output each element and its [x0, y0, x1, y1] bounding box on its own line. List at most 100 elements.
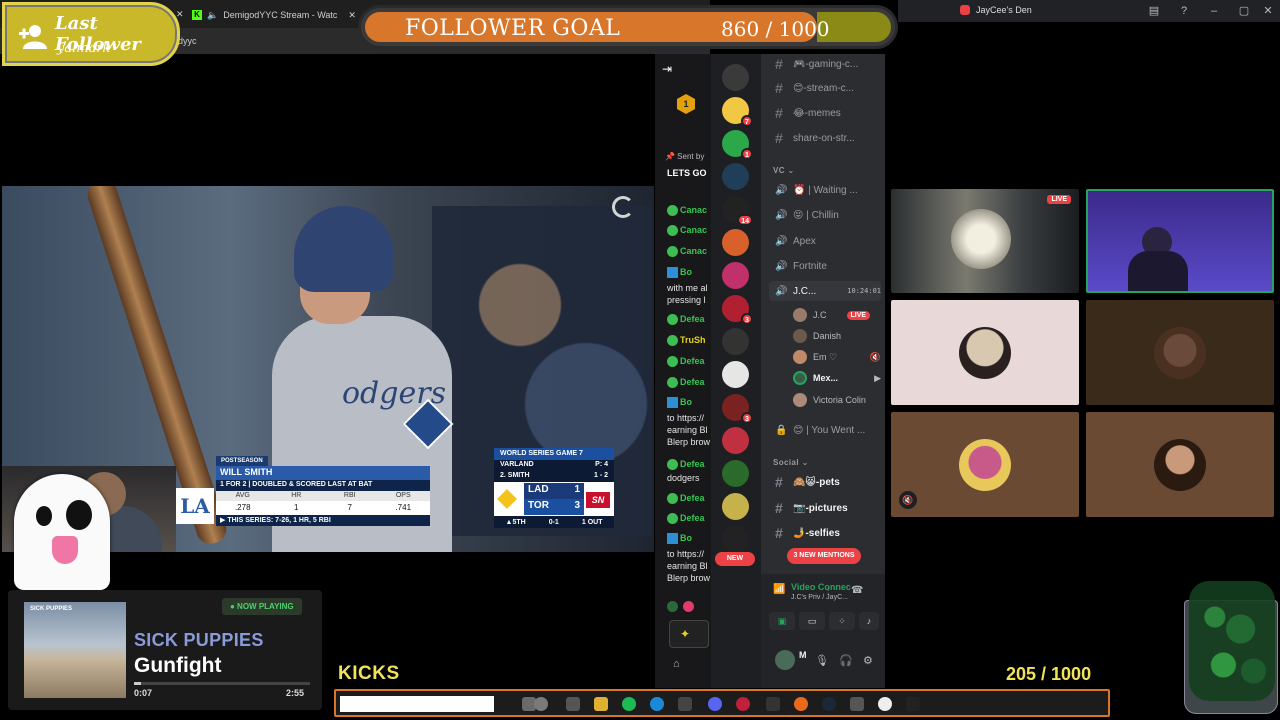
server-icon[interactable]: [722, 328, 749, 355]
kick-tab-icon: K: [192, 10, 202, 20]
disconnect-icon[interactable]: ☎: [851, 585, 863, 596]
chat-input[interactable]: ✦: [669, 620, 709, 648]
voice-user[interactable]: Victoria Colin: [793, 391, 881, 409]
screen-share-button[interactable]: ▭: [799, 612, 825, 630]
server-icon[interactable]: 7: [722, 97, 753, 127]
video-tile[interactable]: [891, 300, 1079, 405]
chat-username[interactable]: Defea: [680, 459, 705, 469]
category-vc[interactable]: VC ⌄: [773, 166, 795, 175]
help-icon[interactable]: ?: [1176, 3, 1192, 19]
opera-icon[interactable]: [736, 697, 750, 711]
microphone-icon[interactable]: 🎙: [815, 654, 829, 667]
minimize-button[interactable]: –: [1206, 3, 1222, 19]
inbox-icon[interactable]: ▤: [1146, 3, 1162, 19]
app-icon[interactable]: [678, 697, 692, 711]
mute-icon[interactable]: 🔈: [207, 10, 218, 21]
chat-leaderboard[interactable]: 1: [677, 94, 701, 118]
server-icon[interactable]: [722, 526, 749, 553]
taskbar-search[interactable]: [340, 696, 494, 712]
new-unreads-pill[interactable]: NEW: [715, 552, 755, 566]
avatar[interactable]: [775, 650, 795, 670]
chat-username[interactable]: TruSh: [680, 335, 706, 345]
voice-channel-path[interactable]: J.C's Priv / JayC...: [791, 594, 848, 601]
user-icon[interactable]: [534, 697, 548, 711]
browser-tab[interactable]: K 🔈 DemigodYYC Stream - Watc ✕: [192, 4, 356, 26]
chat-username[interactable]: Defea: [680, 513, 705, 523]
chat-username[interactable]: Defea: [680, 377, 705, 387]
server-icon[interactable]: 3: [722, 295, 753, 325]
headphones-icon[interactable]: 🎧: [839, 654, 853, 667]
close-window-button[interactable]: ✕: [1260, 3, 1276, 19]
video-tile[interactable]: 🔇: [891, 412, 1079, 517]
server-icon[interactable]: 1: [722, 130, 753, 160]
category-social[interactable]: Social ⌄: [773, 458, 809, 467]
app-icon[interactable]: [850, 697, 864, 711]
video-tile[interactable]: LIVE: [891, 189, 1079, 293]
video-tile[interactable]: [1086, 189, 1274, 293]
steam-icon[interactable]: [822, 697, 836, 711]
epic-games-icon[interactable]: [906, 697, 920, 711]
server-icon[interactable]: 3: [722, 394, 753, 424]
channel-stream-chat[interactable]: # 😊-stream-c...: [775, 78, 881, 98]
server-icon[interactable]: [722, 460, 749, 487]
voice-user[interactable]: Mex... ▶: [793, 369, 881, 387]
refresh-icon[interactable]: [612, 196, 634, 218]
task-view-icon[interactable]: [566, 697, 580, 711]
close-tab-icon[interactable]: ✕: [348, 10, 356, 21]
chat-username[interactable]: Canac: [680, 225, 707, 235]
soundboard-button[interactable]: ♪: [859, 612, 879, 630]
activities-button[interactable]: ⁘: [829, 612, 855, 630]
server-icon[interactable]: [722, 163, 749, 190]
voice-you-went[interactable]: 🔒 😊 | You Went ...: [775, 420, 881, 440]
chat-username[interactable]: Defea: [680, 493, 705, 503]
server-icon[interactable]: [722, 64, 749, 91]
channel-memes[interactable]: # 😂-memes: [775, 103, 881, 123]
voice-status[interactable]: Video Connec: [791, 582, 851, 592]
video-tile[interactable]: [1086, 300, 1274, 405]
camera-button[interactable]: ▣: [769, 612, 795, 630]
server-icon[interactable]: [722, 361, 749, 388]
voice-user[interactable]: Danish: [793, 327, 881, 345]
spotify-icon[interactable]: [622, 697, 636, 711]
voice-chillin[interactable]: 🔊 😝 | Chillin: [775, 205, 881, 225]
channel-pets[interactable]: # 🙈😸-pets: [775, 472, 881, 492]
voice-user[interactable]: J.C LIVE: [793, 306, 881, 324]
obs-icon[interactable]: [878, 697, 892, 711]
channel-share-on-stream[interactable]: # share-on-str...: [775, 128, 881, 148]
server-icon[interactable]: [722, 493, 749, 520]
chat-username[interactable]: Canac: [680, 246, 707, 256]
store-icon[interactable]: ⌂: [673, 658, 680, 670]
chat-username[interactable]: Bo: [680, 397, 692, 407]
track-title: Gunfight: [134, 654, 222, 677]
video-tile[interactable]: [1086, 412, 1274, 517]
server-icon[interactable]: [722, 427, 749, 454]
server-icon[interactable]: [722, 262, 749, 289]
gear-icon[interactable]: ⚙: [863, 654, 873, 667]
voice-jc-private[interactable]: 🔊 J.C... 10:24:01: [769, 281, 881, 301]
chat-username[interactable]: Defea: [680, 356, 705, 366]
new-mentions-pill[interactable]: 3 NEW MENTIONS: [787, 548, 861, 564]
firefox-icon[interactable]: [794, 697, 808, 711]
server-icon[interactable]: [722, 229, 749, 256]
voice-waiting[interactable]: 🔊 ⏰ | Waiting ...: [775, 180, 881, 200]
voice-apex[interactable]: 🔊 Apex: [775, 231, 881, 251]
current-user-name[interactable]: M: [799, 650, 807, 660]
chat-username[interactable]: Bo: [680, 533, 692, 543]
maximize-button[interactable]: ▢: [1236, 3, 1252, 19]
collapse-chat-icon[interactable]: ⇥: [662, 62, 672, 76]
chat-username[interactable]: Bo: [680, 267, 692, 277]
voice-fortnite[interactable]: 🔊 Fortnite: [775, 256, 881, 276]
edge-icon[interactable]: [650, 697, 664, 711]
channel-pictures[interactable]: # 📷-pictures: [775, 498, 881, 518]
noise-suppression-icon[interactable]: ⫶: [827, 586, 829, 597]
channel-gaming-chat[interactable]: # 🎮-gaming-c...: [775, 54, 881, 74]
inning-bar: ▲5TH 0-1 1 OUT: [494, 516, 614, 528]
discord-icon[interactable]: [708, 697, 722, 711]
voice-user[interactable]: Em ♡ 🔇: [793, 348, 881, 366]
folder-icon[interactable]: [594, 697, 608, 711]
app-icon[interactable]: [766, 697, 780, 711]
channel-selfies[interactable]: # 🤳-selfies: [775, 523, 881, 543]
server-icon[interactable]: 14: [722, 196, 753, 226]
chat-username[interactable]: Canac: [680, 205, 707, 215]
chat-username[interactable]: Defea: [680, 314, 705, 324]
